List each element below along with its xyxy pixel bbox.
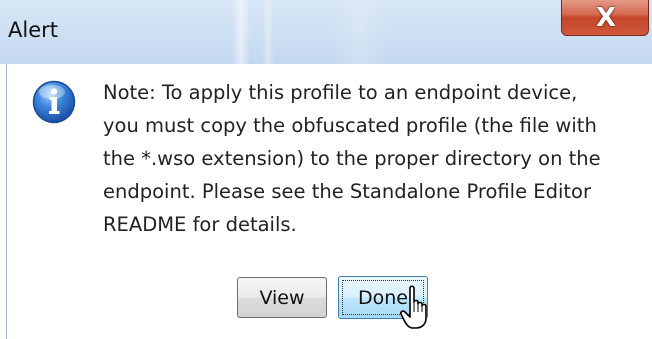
- titlebar-glass-streak: [262, 0, 274, 64]
- alert-message: Note: To apply this profile to an endpoi…: [103, 76, 643, 241]
- close-icon[interactable]: X: [562, 0, 650, 36]
- pointer-hand-cursor-icon: [400, 285, 427, 329]
- message-line: README for details.: [103, 213, 297, 236]
- view-button[interactable]: View: [237, 277, 327, 318]
- message-line: you must copy the obfuscated profile (th…: [103, 114, 597, 137]
- message-line: endpoint. Please see the Standalone Prof…: [103, 180, 591, 203]
- alert-dialog: Alert X Note: To apply this profile to a…: [0, 0, 652, 339]
- info-icon: [32, 80, 76, 124]
- titlebar-glass-streak: [232, 0, 250, 64]
- message-line: Note: To apply this profile to an endpoi…: [103, 81, 578, 104]
- message-line: the *.wso extension) to the proper direc…: [103, 147, 601, 170]
- close-button[interactable]: X: [561, 0, 649, 36]
- view-button-label: View: [259, 286, 305, 309]
- title-bar[interactable]: Alert X: [0, 0, 652, 64]
- window-title: Alert: [8, 18, 58, 42]
- titlebar-glass-streak: [330, 0, 390, 64]
